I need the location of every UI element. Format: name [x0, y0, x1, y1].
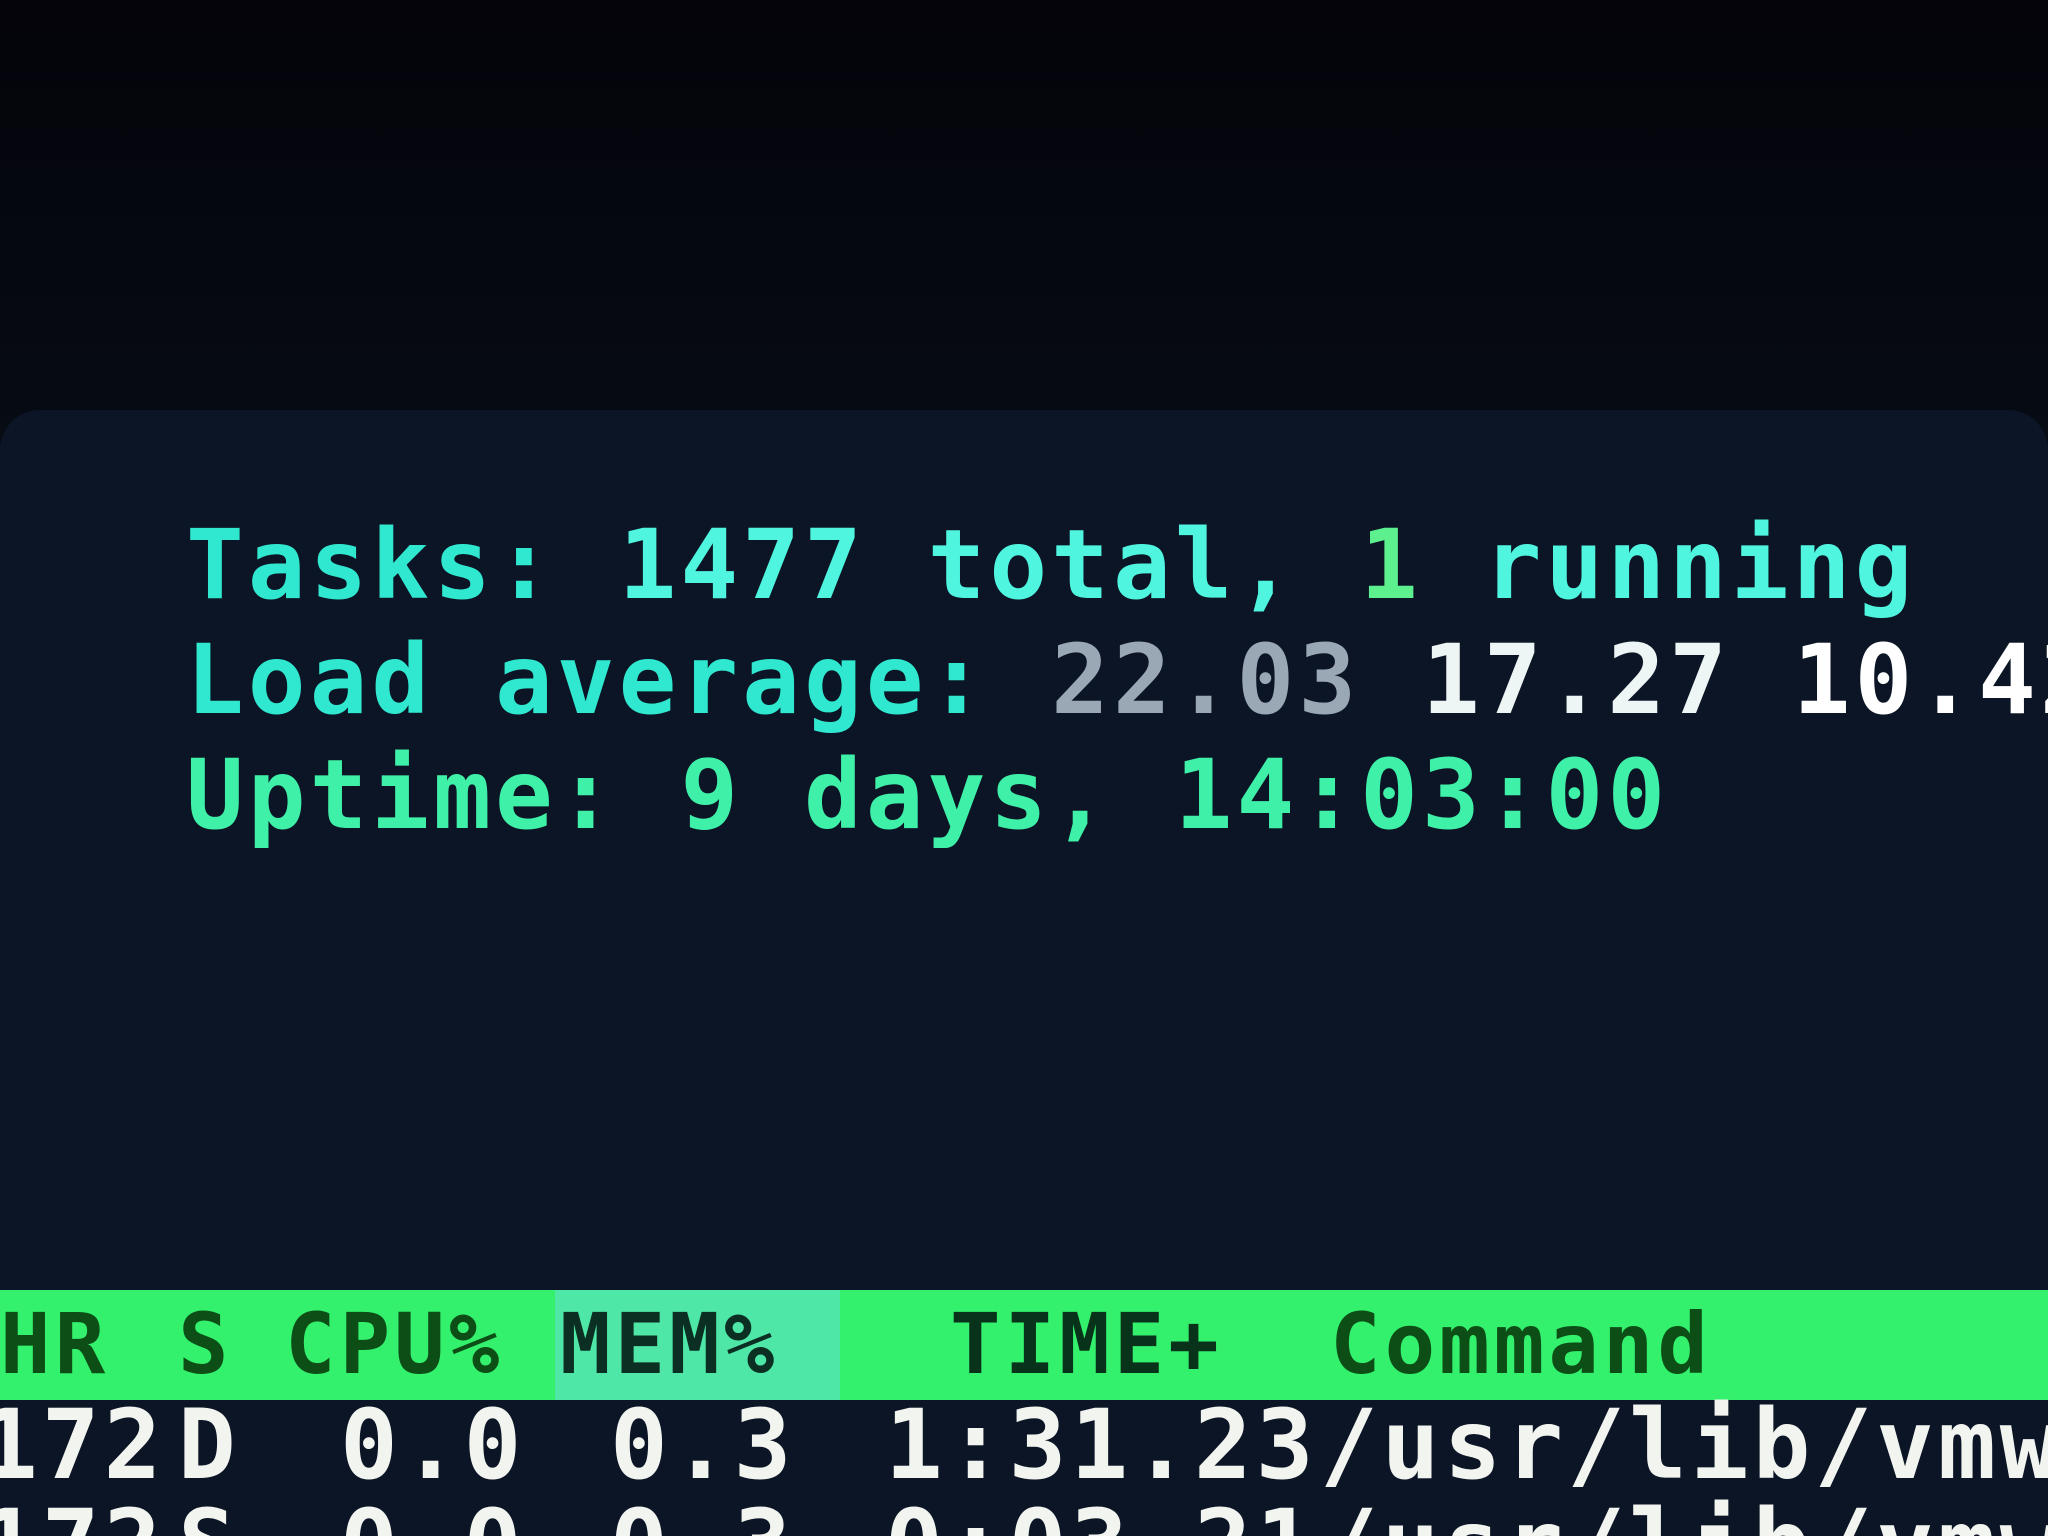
load-average-1min: 22.03 [1051, 624, 1361, 736]
tasks-total-word: total, [927, 509, 1299, 621]
load-average-5min: 17.27 [1421, 624, 1731, 736]
tasks-running-value: 1 [1360, 509, 1422, 621]
uptime-time: 14:03:00 [1174, 739, 1670, 851]
cell-state: S [178, 1495, 240, 1536]
cell-time: 0:03.21 [885, 1495, 1318, 1536]
column-header-cpu[interactable]: CPU% [285, 1294, 503, 1394]
load-average-label: Load average: [186, 624, 990, 736]
process-row[interactable]: 172 D 0.0 0.3 1:31.23 /usr/lib/vmwa [0, 1395, 2048, 1495]
cell-cpu: 0.0 [340, 1389, 526, 1501]
load-average-15min: 10.42 [1792, 624, 2048, 736]
column-header-state[interactable]: S [178, 1294, 233, 1394]
load-average-summary: Load average: 22.03 17.27 10.42 [186, 625, 2048, 735]
cell-command: /usr/lib/vmwa [1320, 1495, 2048, 1536]
cell-command: /usr/lib/vmwa [1320, 1389, 2048, 1501]
column-header-mem[interactable]: MEM% [560, 1294, 778, 1394]
column-header-time[interactable]: TIME+ [950, 1294, 1223, 1394]
uptime-days: 9 days, [680, 739, 1113, 851]
cell-cpu: 0.0 [340, 1495, 525, 1536]
tasks-label: Tasks: [186, 509, 557, 621]
htop-terminal-screen: Tasks: 1477 total, 1 running Load averag… [0, 0, 2048, 1536]
cell-mem: 0.3 [610, 1495, 795, 1536]
column-header-shr[interactable]: HR [0, 1294, 109, 1394]
tasks-running-word: running [1483, 509, 1917, 621]
cell-shr: 172 [0, 1389, 166, 1501]
cell-time: 1:31.23 [885, 1389, 1318, 1501]
column-header-command[interactable]: Command [1330, 1294, 1712, 1394]
process-table-header: HR S CPU% MEM% TIME+ Command [0, 1290, 2048, 1400]
cell-shr: 172 [0, 1495, 165, 1536]
cell-state: D [178, 1389, 240, 1501]
tasks-total-value: 1477 [618, 509, 866, 621]
uptime-summary: Uptime: 9 days, 14:03:00 [186, 740, 1669, 850]
cell-mem: 0.3 [610, 1389, 796, 1501]
tasks-summary: Tasks: 1477 total, 1 running [186, 510, 1916, 620]
process-row[interactable]: 172 S 0.0 0.3 0:03.21 /usr/lib/vmwa [0, 1495, 2048, 1536]
uptime-label: Uptime: [186, 739, 619, 851]
